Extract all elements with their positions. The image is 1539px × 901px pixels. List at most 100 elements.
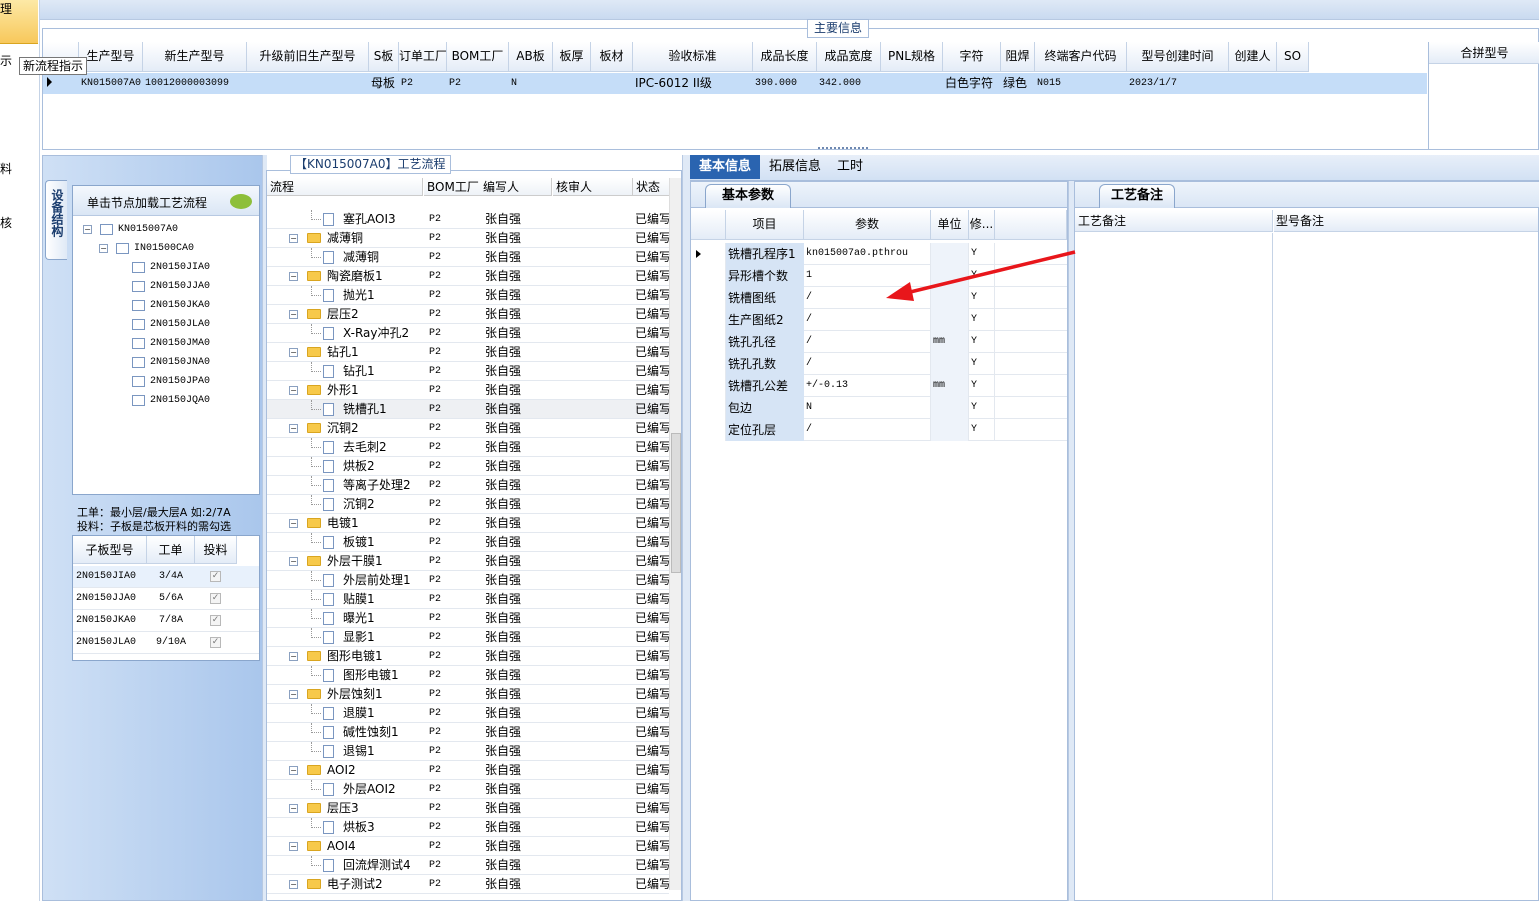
middle-splitter[interactable] bbox=[682, 155, 690, 901]
process-row[interactable]: 曝光1 P2 张自强 已编写 bbox=[267, 609, 669, 628]
param-value[interactable]: N bbox=[804, 397, 931, 419]
param-row[interactable]: 生产图纸2/ Y bbox=[691, 309, 1067, 331]
process-row[interactable]: − 钻孔1 P2 张自强 已编写 bbox=[267, 343, 669, 362]
param-col-header[interactable]: 单位 bbox=[931, 210, 969, 240]
process-expander-icon[interactable]: − bbox=[289, 557, 298, 566]
detail-tab[interactable]: 拓展信息 bbox=[762, 155, 828, 179]
tree-expander-icon[interactable]: − bbox=[83, 225, 92, 234]
process-row[interactable]: 板镀1 P2 张自强 已编写 bbox=[267, 533, 669, 552]
main-info-row[interactable]: KN015007A0 10012000003099 母板 P2 P2 N IPC-6012 … bbox=[43, 73, 1427, 94]
process-col-header[interactable]: 核审人 bbox=[553, 178, 633, 196]
nav-item-2[interactable]: 料 bbox=[0, 160, 12, 177]
main-info-col-header[interactable]: 板厚 bbox=[553, 42, 591, 72]
sub-board-row[interactable]: 2N0150JKA0 7/8A ✓ bbox=[73, 610, 259, 632]
tree-node[interactable]: − IN01500CA0 bbox=[73, 239, 259, 258]
process-row[interactable]: 去毛刺2 P2 张自强 已编写 bbox=[267, 438, 669, 457]
feed-checkbox[interactable]: ✓ bbox=[210, 571, 221, 582]
process-expander-icon[interactable]: − bbox=[289, 519, 298, 528]
param-row[interactable]: 定位孔层 / Y bbox=[691, 419, 1067, 441]
subtab-basic-params[interactable]: 基本参数 bbox=[705, 184, 791, 208]
nav-item-1[interactable]: 示 bbox=[0, 52, 12, 69]
process-expander-icon[interactable]: − bbox=[289, 880, 298, 889]
process-row[interactable]: 抛光1 P2 张自强 已编写 bbox=[267, 286, 669, 305]
process-row[interactable]: 铣槽孔1 P2 张自强 已编写 bbox=[267, 400, 669, 419]
process-expander-icon[interactable]: − bbox=[289, 424, 298, 433]
process-row[interactable]: 显影1 P2 张自强 已编写 bbox=[267, 628, 669, 647]
process-expander-icon[interactable]: − bbox=[289, 652, 298, 661]
tree-node[interactable]: 2N0150JQA0 bbox=[73, 391, 259, 410]
feed-checkbox[interactable]: ✓ bbox=[210, 615, 221, 626]
process-scrollbar[interactable] bbox=[669, 178, 681, 890]
process-row[interactable]: − 电子测试2 P2 张自强 已编写 bbox=[267, 875, 669, 894]
process-expander-icon[interactable]: − bbox=[289, 310, 298, 319]
param-value[interactable]: / bbox=[804, 309, 931, 331]
process-row[interactable]: − 外形1 P2 张自强 已编写 bbox=[267, 381, 669, 400]
process-row[interactable]: 烘板2 P2 张自强 已编写 bbox=[267, 457, 669, 476]
sub-board-col-header[interactable]: 子板型号 bbox=[73, 536, 147, 564]
tree-node[interactable]: − KN015007A0 bbox=[73, 220, 259, 239]
splitter-handle[interactable] bbox=[818, 147, 868, 151]
process-expander-icon[interactable]: − bbox=[289, 842, 298, 851]
process-row[interactable]: − 层压2 P2 张自强 已编写 bbox=[267, 305, 669, 324]
param-col-header[interactable]: 项目 bbox=[726, 210, 804, 240]
param-value[interactable]: / bbox=[804, 419, 931, 441]
param-row[interactable]: 铣孔孔径 / mm Y bbox=[691, 331, 1067, 353]
main-info-col-header[interactable]: 阻焊 bbox=[1001, 42, 1035, 72]
process-row[interactable]: 外层AOI2 P2 张自强 已编写 bbox=[267, 780, 669, 799]
tree-node[interactable]: 2N0150JNA0 bbox=[73, 353, 259, 372]
nav-top-button[interactable]: 理 bbox=[0, 0, 38, 44]
main-info-col-header[interactable]: 板材 bbox=[591, 42, 633, 72]
process-row[interactable]: − 图形电镀1 P2 张自强 已编写 bbox=[267, 647, 669, 666]
main-info-col-header[interactable]: BOM工厂 bbox=[447, 42, 509, 72]
main-info-col-header[interactable]: SO bbox=[1277, 42, 1309, 72]
process-row[interactable]: − 电镀1 P2 张自强 已编写 bbox=[267, 514, 669, 533]
tree-expander-icon[interactable]: − bbox=[99, 244, 108, 253]
process-row[interactable]: 外层前处理1 P2 张自强 已编写 bbox=[267, 571, 669, 590]
param-value[interactable]: / bbox=[804, 353, 931, 375]
tree-node[interactable]: 2N0150JIA0 bbox=[73, 258, 259, 277]
main-info-col-header[interactable]: PNL规格 bbox=[881, 42, 943, 72]
tree-node[interactable]: 2N0150JKA0 bbox=[73, 296, 259, 315]
process-col-header[interactable]: 编写人 bbox=[480, 178, 552, 196]
process-row[interactable]: 退膜1 P2 张自强 已编写 bbox=[267, 704, 669, 723]
process-col-header[interactable]: 状态 bbox=[633, 178, 673, 196]
detail-tab[interactable]: 基本信息 bbox=[690, 155, 760, 179]
tree-node[interactable]: 2N0150JLA0 bbox=[73, 315, 259, 334]
main-info-col-header[interactable]: 验收标准 bbox=[633, 42, 753, 72]
feed-checkbox[interactable]: ✓ bbox=[210, 593, 221, 604]
process-row[interactable]: 图形电镀1 P2 张自强 已编写 bbox=[267, 666, 669, 685]
tree-node[interactable]: 2N0150JJA0 bbox=[73, 277, 259, 296]
param-row[interactable]: 铣孔孔数 / Y bbox=[691, 353, 1067, 375]
tree-node[interactable]: 2N0150JMA0 bbox=[73, 334, 259, 353]
comment-icon[interactable] bbox=[230, 194, 252, 209]
process-expander-icon[interactable]: − bbox=[289, 234, 298, 243]
process-row[interactable]: 等离子处理2 P2 张自强 已编写 bbox=[267, 476, 669, 495]
process-row[interactable]: 塞孔AOI3 P2 张自强 已编写 bbox=[267, 210, 669, 229]
main-info-col-header[interactable]: 订单工厂 bbox=[399, 42, 447, 72]
process-row[interactable]: 钻孔1 P2 张自强 已编写 bbox=[267, 362, 669, 381]
sub-board-row[interactable]: 2N0150JIA0 3/4A ✓ bbox=[73, 566, 259, 588]
main-info-col-header[interactable]: 创建人 bbox=[1229, 42, 1277, 72]
process-row[interactable]: − 外层蚀刻1 P2 张自强 已编写 bbox=[267, 685, 669, 704]
process-row[interactable]: 贴膜1 P2 张自强 已编写 bbox=[267, 590, 669, 609]
main-info-col-header[interactable]: 生产型号 bbox=[79, 42, 143, 72]
sub-board-col-header[interactable]: 工单 bbox=[147, 536, 195, 564]
process-row[interactable]: 沉铜2 P2 张自强 已编写 bbox=[267, 495, 669, 514]
process-expander-icon[interactable]: − bbox=[289, 766, 298, 775]
remarks-tab[interactable]: 工艺备注 bbox=[1099, 184, 1175, 208]
nav-item-3[interactable]: 核 bbox=[0, 214, 12, 231]
process-row[interactable]: − AOI4 P2 张自强 已编写 bbox=[267, 837, 669, 856]
param-row[interactable]: 铣槽孔公差 +/-0.13 mm Y bbox=[691, 375, 1067, 397]
process-expander-icon[interactable]: − bbox=[289, 804, 298, 813]
process-row[interactable]: 退锡1 P2 张自强 已编写 bbox=[267, 742, 669, 761]
vertical-tab-structure[interactable]: 设备结构 bbox=[45, 180, 67, 260]
feed-checkbox[interactable]: ✓ bbox=[210, 637, 221, 648]
process-expander-icon[interactable]: − bbox=[289, 272, 298, 281]
process-row[interactable]: 回流焊测试4 P2 张自强 已编写 bbox=[267, 856, 669, 875]
param-value[interactable]: / bbox=[804, 331, 931, 353]
param-col-header[interactable]: 修... bbox=[969, 210, 995, 240]
sub-board-row[interactable]: 2N0150JLA0 9/10A ✓ bbox=[73, 632, 259, 654]
process-row[interactable]: − 减薄铜 P2 张自强 已编写 bbox=[267, 229, 669, 248]
main-info-col-header[interactable]: 升级前旧生产型号 bbox=[247, 42, 369, 72]
main-info-col-header[interactable]: 字符 bbox=[943, 42, 1001, 72]
